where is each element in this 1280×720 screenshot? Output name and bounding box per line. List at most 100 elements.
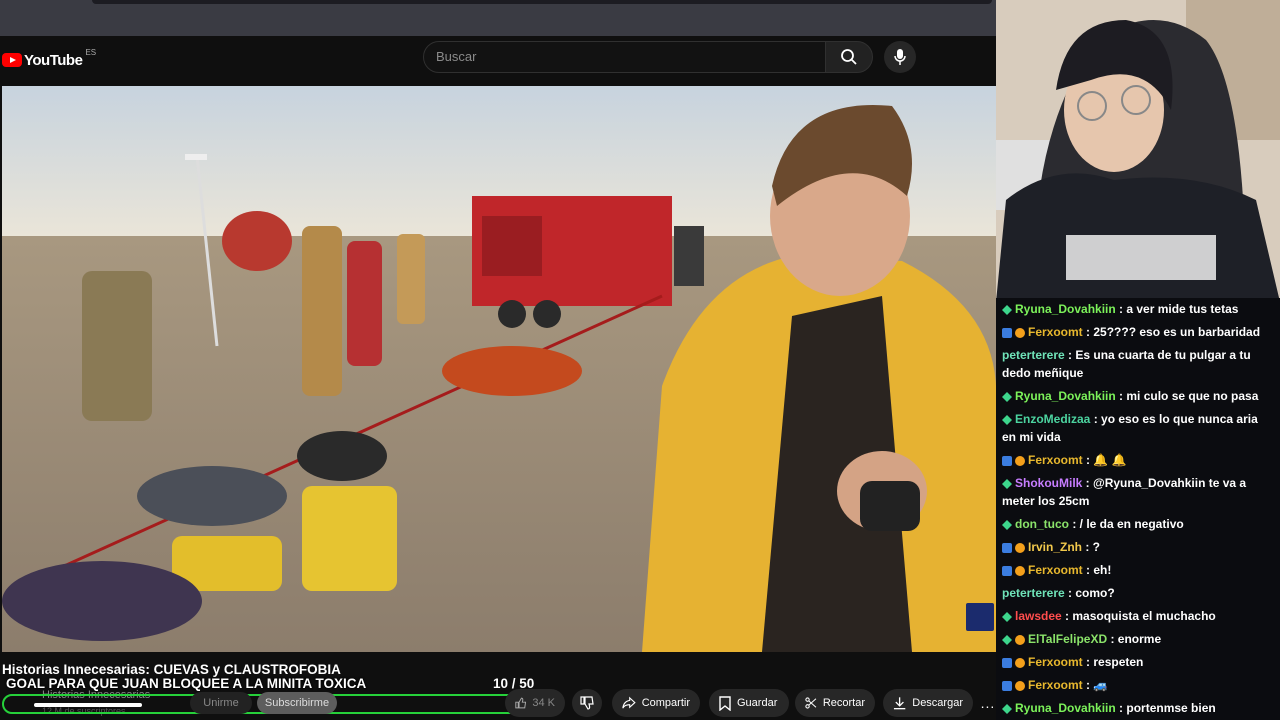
chat-message-text: : mi culo se que no pasa: [1115, 389, 1259, 403]
chat-message-text: : ?: [1082, 540, 1101, 554]
chat-message: Ryuna_Dovahkiin : mi culo se que no pasa: [1002, 387, 1274, 405]
share-label: Compartir: [641, 697, 690, 709]
streamer-webcam: [996, 0, 1280, 302]
chat-username[interactable]: lawsdee: [1015, 609, 1062, 623]
share-arrow-icon: [622, 696, 636, 709]
search-icon: [841, 49, 857, 65]
chat-username[interactable]: Irvin_Znh: [1028, 540, 1082, 554]
chat-username[interactable]: Ryuna_Dovahkiin: [1015, 302, 1116, 316]
moderator-badge-icon: [1002, 704, 1012, 714]
chat-message: Ferxoomt : 🚙: [1002, 676, 1274, 694]
clip-button[interactable]: Recortar: [795, 689, 875, 717]
live-chat: Ryuna_Dovahkiin : a ver mide tus tetas Fe…: [996, 298, 1280, 720]
subscriber-badge-icon: [1015, 658, 1025, 668]
video-frame-image: [2, 86, 996, 652]
chat-username[interactable]: peterterere: [1002, 348, 1065, 362]
chat-message-text: : como?: [1064, 586, 1115, 600]
chat-message-text: : eh!: [1082, 563, 1112, 577]
dislike-button[interactable]: [572, 689, 602, 717]
moderator-badge-icon: [1002, 479, 1012, 489]
scissors-icon: [805, 697, 817, 709]
download-button[interactable]: Descargar: [883, 689, 973, 717]
more-actions-button[interactable]: ...: [980, 689, 996, 717]
clip-label: Recortar: [822, 697, 865, 709]
chat-message: Ryuna_Dovahkiin : portenmse bien: [1002, 699, 1274, 717]
moderator-badge-icon: [1002, 635, 1012, 645]
bookmark-icon: [719, 695, 731, 711]
chat-username[interactable]: ShokouMilk: [1015, 476, 1082, 490]
webcam-image: [996, 0, 1280, 302]
subscriber-badge-icon: [1015, 635, 1025, 645]
subscriber-badge-icon: [1015, 456, 1025, 466]
chat-message-text: : 🔔 🔔: [1082, 453, 1127, 467]
save-label: Guardar: [737, 697, 778, 709]
save-button[interactable]: Guardar: [709, 689, 789, 717]
share-button[interactable]: Compartir: [612, 689, 700, 717]
chat-username[interactable]: peterterere: [1002, 586, 1065, 600]
chat-message: Ferxoomt : eh!: [1002, 561, 1274, 579]
search-button[interactable]: [825, 41, 873, 73]
youtube-logo[interactable]: YouTube ES: [2, 47, 96, 73]
subscriber-badge-icon: [1015, 543, 1025, 553]
search-placeholder: Buscar: [436, 49, 477, 64]
chat-username[interactable]: Ferxoomt: [1028, 655, 1083, 669]
chat-username[interactable]: don_tuco: [1015, 517, 1069, 531]
chat-message: Ferxoomt : 25???? eso es un barbaridad: [1002, 323, 1274, 341]
like-button[interactable]: 34 K: [505, 689, 565, 717]
video-player[interactable]: [2, 86, 996, 652]
subscriber-badge-icon: [1015, 681, 1025, 691]
youtube-logo-text: YouTube: [24, 51, 83, 69]
chat-username[interactable]: Ferxoomt: [1028, 453, 1083, 467]
chat-message: Irvin_Znh : ?: [1002, 538, 1274, 556]
chat-username[interactable]: ElTalFelipeXD: [1028, 632, 1107, 646]
chat-message: peterterere : Es una cuarta de tu pulgar…: [1002, 346, 1274, 382]
chat-message-text: : enorme: [1107, 632, 1162, 646]
chat-username[interactable]: Ferxoomt: [1028, 563, 1083, 577]
vip-badge-icon: [1002, 566, 1012, 576]
chat-message-text: : respeten: [1082, 655, 1144, 669]
moderator-badge-icon: [1002, 612, 1012, 622]
chat-username[interactable]: Ferxoomt: [1028, 678, 1083, 692]
browser-address-bar[interactable]: [92, 0, 992, 4]
vip-badge-icon: [1002, 543, 1012, 553]
vip-badge-icon: [1002, 658, 1012, 668]
join-button[interactable]: Unirme: [190, 692, 252, 714]
like-count: 34 K: [532, 697, 555, 709]
moderator-badge-icon: [1002, 415, 1012, 425]
moderator-badge-icon: [1002, 392, 1012, 402]
chat-message-text: : 25???? eso es un barbaridad: [1082, 325, 1261, 339]
moderator-badge-icon: [1002, 520, 1012, 530]
vip-badge-icon: [1002, 681, 1012, 691]
thumbs-up-icon: [515, 697, 527, 709]
chat-username[interactable]: Ferxoomt: [1028, 325, 1083, 339]
microphone-icon: [894, 49, 906, 65]
chat-message: lawsdee : masoquista el muchacho: [1002, 607, 1274, 625]
moderator-badge-icon: [1002, 305, 1012, 315]
chat-username[interactable]: Ryuna_Dovahkiin: [1015, 701, 1116, 715]
browser-top-bar: [0, 0, 996, 36]
subscribe-button[interactable]: Subscribirme: [257, 692, 337, 714]
channel-watermark: [966, 603, 994, 631]
chat-message-text: : / le da en negativo: [1069, 517, 1184, 531]
search-input[interactable]: Buscar: [423, 41, 827, 73]
download-icon: [893, 697, 906, 710]
vip-badge-icon: [1002, 456, 1012, 466]
subscriber-badge-icon: [1015, 566, 1025, 576]
chat-message-text: : a ver mide tus tetas: [1115, 302, 1239, 316]
youtube-play-icon: [2, 53, 22, 67]
chat-message: peterterere : como?: [1002, 584, 1274, 602]
youtube-header: YouTube ES Buscar: [0, 36, 996, 86]
chat-message: ShokouMilk : @Ryuna_Dovahkiin te va a me…: [1002, 474, 1274, 510]
chat-message-text: : 🚙: [1082, 678, 1109, 692]
chat-message: EnzoMedizaa : yo eso es lo que nunca ari…: [1002, 410, 1274, 446]
chat-message-text: : portenmse bien: [1115, 701, 1216, 715]
voice-search-button[interactable]: [884, 41, 916, 73]
chat-username[interactable]: EnzoMedizaa: [1015, 412, 1090, 426]
download-label: Descargar: [912, 697, 963, 709]
chat-message: Ferxoomt : 🔔 🔔: [1002, 451, 1274, 469]
chat-message-text: : masoquista el muchacho: [1061, 609, 1216, 623]
chat-username[interactable]: Ryuna_Dovahkiin: [1015, 389, 1116, 403]
subscriber-badge-icon: [1015, 328, 1025, 338]
video-title: Historias Innecesarias: CUEVAS y CLAUSTR…: [2, 662, 341, 677]
chat-message: Ferxoomt : respeten: [1002, 653, 1274, 671]
